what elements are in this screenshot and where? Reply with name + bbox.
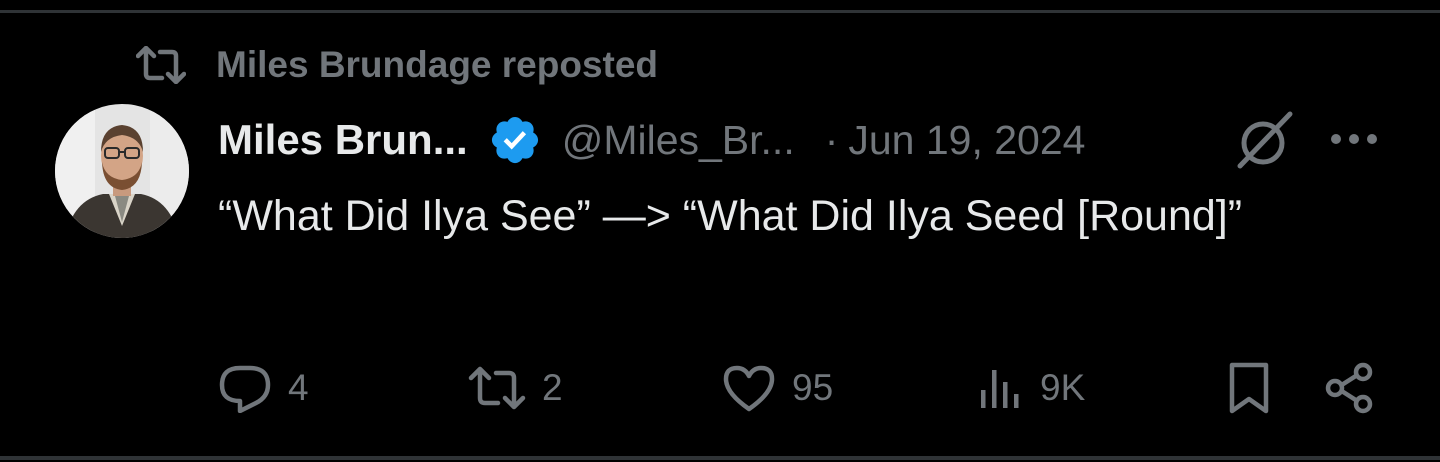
repost-context[interactable]: Miles Brundage reposted [136,42,658,88]
avatar[interactable] [55,104,189,238]
bookmark-icon [1224,361,1274,415]
repost-icon [136,42,188,88]
tweet-card[interactable]: Miles Brundage reposted Miles Brun... @M… [0,0,1440,462]
heart-icon [722,364,776,412]
views-icon [976,364,1024,412]
grok-icon[interactable] [1234,110,1296,172]
bottom-divider [0,456,1440,460]
repost-count: 2 [542,367,563,408]
reply-count: 4 [288,367,309,408]
action-bar: 4 2 95 9K [218,358,1388,418]
like-button[interactable]: 95 [722,358,833,418]
share-button[interactable] [1322,358,1376,418]
reply-icon [218,363,272,413]
separator-dot: · [824,116,839,163]
share-icon [1322,361,1376,415]
bookmark-button[interactable] [1224,358,1274,418]
repost-icon [468,366,526,410]
repost-button[interactable]: 2 [468,358,563,418]
like-count: 95 [792,367,834,408]
tweet-header: Miles Brun... @Miles_Br... · Jun 19, 202… [218,112,1085,168]
more-options-icon[interactable] [1326,122,1382,156]
verified-badge-icon[interactable] [488,112,544,168]
views-button[interactable]: 9K [976,358,1085,418]
author-display-name[interactable]: Miles Brun... [218,116,468,164]
top-divider [0,10,1440,13]
reply-button[interactable]: 4 [218,358,309,418]
repost-label: Miles Brundage reposted [216,44,659,85]
views-count: 9K [1040,367,1086,408]
author-handle[interactable]: @Miles_Br... [562,117,795,164]
tweet-timestamp[interactable]: Jun 19, 2024 [848,117,1085,164]
tweet-text: “What Did Ilya See” —> “What Did Ilya Se… [218,192,1243,240]
